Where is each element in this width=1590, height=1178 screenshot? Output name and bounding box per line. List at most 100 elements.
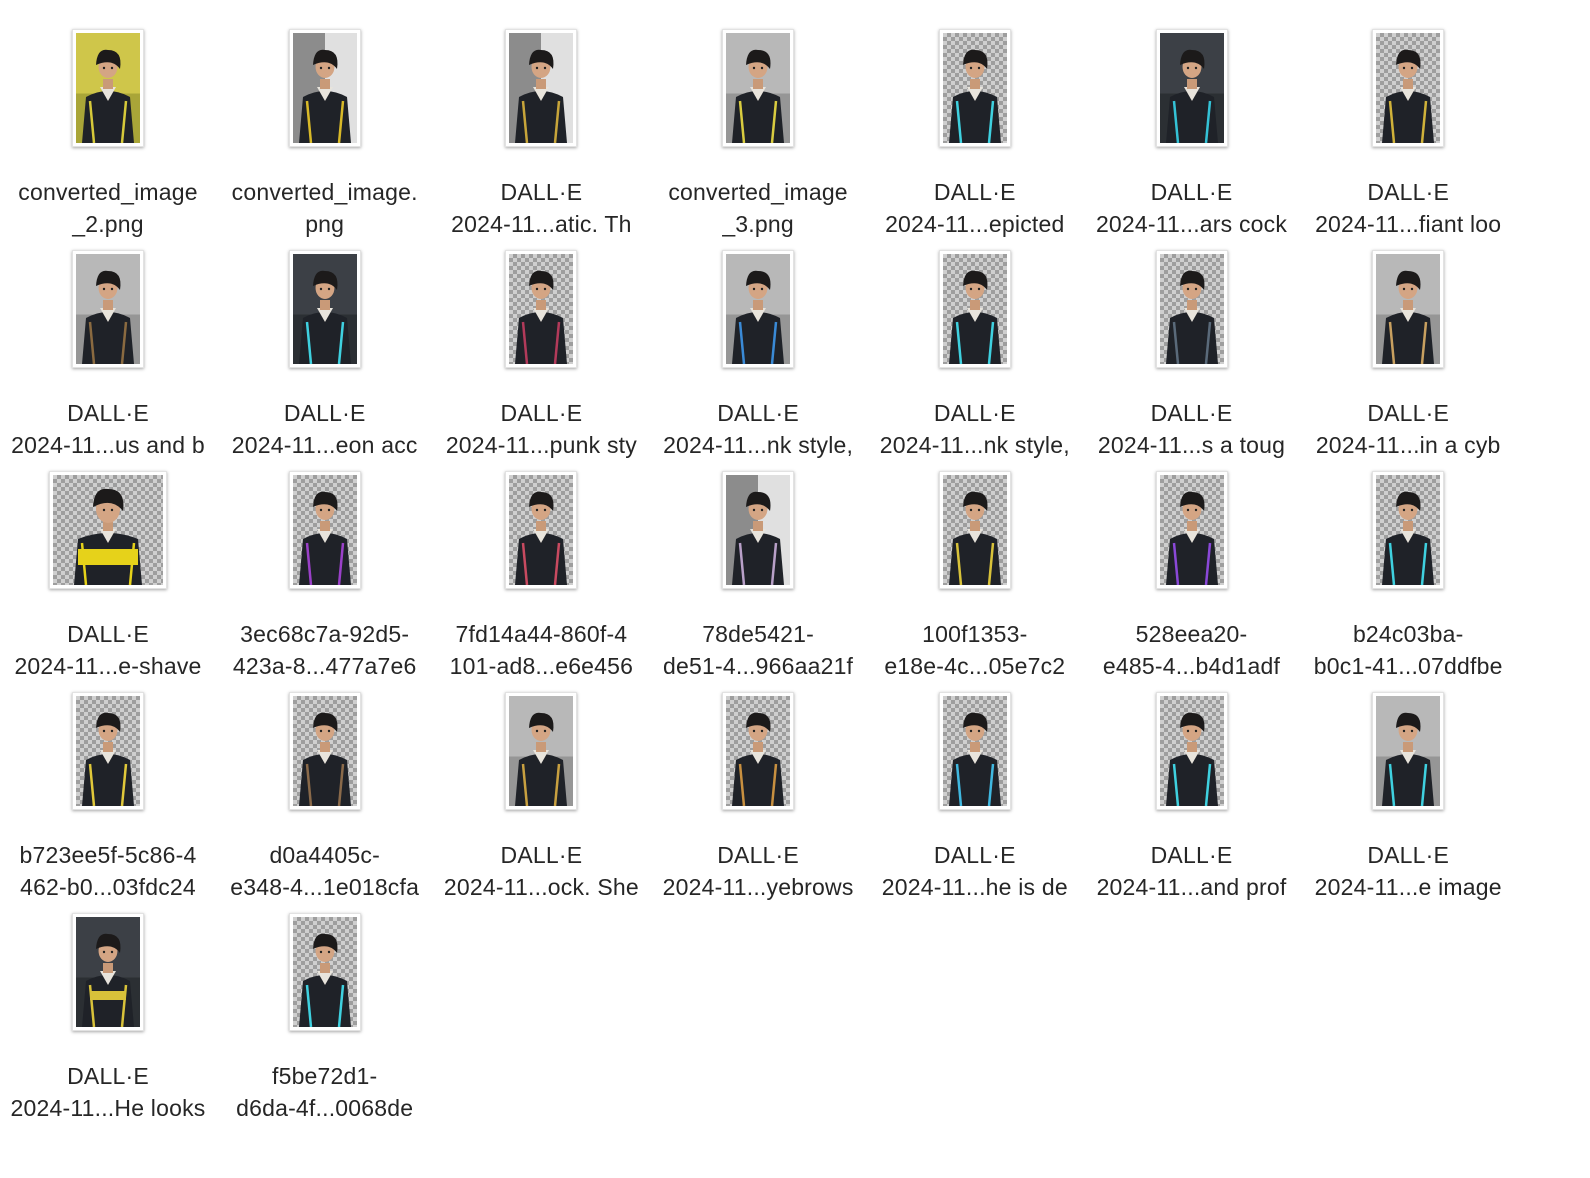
file-item[interactable]: 100f1353- e18e-4c...05e7c2 — [867, 454, 1083, 679]
file-name-label[interactable]: b24c03ba-b0c1-41...07ddfbe — [1296, 618, 1520, 682]
file-name-line-1: 528eea20- — [1135, 621, 1248, 647]
file-item[interactable]: DALL·E 2024-11...us and b — [0, 233, 216, 458]
image-file-icon[interactable] — [72, 913, 144, 1031]
image-file-icon[interactable] — [1155, 471, 1228, 589]
file-name-label[interactable]: DALL·E 2024-11...he is de — [863, 839, 1087, 903]
file-name-label[interactable]: 528eea20- e485-4...b4d1adf — [1080, 618, 1304, 682]
file-name-label[interactable]: DALL·E 2024-11...eon acc — [213, 397, 437, 461]
image-file-icon[interactable] — [722, 29, 795, 147]
file-name-label[interactable]: DALL·E 2024-11...in a cyb — [1296, 397, 1520, 461]
file-item[interactable]: DALL·E 2024-11...and prof — [1084, 675, 1300, 900]
file-item[interactable]: DALL·E 2024-11...ars cock — [1084, 12, 1300, 237]
image-file-icon[interactable] — [1372, 250, 1445, 368]
file-name-label[interactable]: f5be72d1- d6da-4f...0068de — [213, 1060, 437, 1124]
image-file-icon[interactable] — [1155, 29, 1228, 147]
file-item[interactable]: d0a4405c-e348-4...1e018cfa — [217, 675, 433, 900]
file-item[interactable]: DALL·E 2024-11...He looks — [0, 896, 216, 1121]
image-file-icon[interactable] — [288, 29, 361, 147]
file-item[interactable]: DALL·E 2024-11...he is de — [867, 675, 1083, 900]
file-item[interactable]: DALL·E 2024-11...nk style, — [650, 233, 866, 458]
image-file-icon[interactable] — [288, 692, 361, 810]
image-file-icon[interactable] — [1372, 29, 1445, 147]
file-name-label[interactable]: DALL·E 2024-11...nk style, — [646, 397, 870, 461]
file-name-label[interactable]: DALL·E 2024-11...s a toug — [1080, 397, 1304, 461]
file-name-label[interactable]: DALL·E 2024-11...and prof — [1080, 839, 1304, 903]
file-item[interactable]: b24c03ba-b0c1-41...07ddfbe — [1300, 454, 1516, 679]
image-file-icon[interactable] — [722, 692, 795, 810]
file-item[interactable]: f5be72d1- d6da-4f...0068de — [217, 896, 433, 1121]
image-file-icon[interactable] — [938, 692, 1011, 810]
file-name-label[interactable]: DALL·E 2024-11...ars cock — [1080, 176, 1304, 240]
file-item[interactable]: converted_image. png — [217, 12, 433, 237]
file-item[interactable]: converted_image _3.png — [650, 12, 866, 237]
thumbnail-area — [0, 896, 216, 1048]
file-name-label[interactable]: DALL·E 2024-11...us and b — [0, 397, 220, 461]
file-item[interactable]: DALL·E 2024-11...in a cyb — [1300, 233, 1516, 458]
thumbnail-image — [76, 696, 140, 806]
file-name-line-1: d0a4405c- — [269, 842, 380, 868]
image-file-icon[interactable] — [722, 471, 795, 589]
file-item[interactable]: DALL·E 2024-11...punk sty — [433, 233, 649, 458]
image-file-icon[interactable] — [938, 471, 1011, 589]
file-item[interactable]: DALL·E 2024-11...eon acc — [217, 233, 433, 458]
image-file-icon[interactable] — [1372, 692, 1445, 810]
image-file-icon[interactable] — [72, 692, 144, 810]
file-item[interactable]: 528eea20- e485-4...b4d1adf — [1084, 454, 1300, 679]
file-name-label[interactable]: DALL·E 2024-11...e image — [1296, 839, 1520, 903]
file-item[interactable]: converted_image _2.png — [0, 12, 216, 237]
file-name-line-1: DALL·E — [500, 400, 583, 426]
file-name-label[interactable]: DALL·E 2024-11...fiant loo — [1296, 176, 1520, 240]
file-name-label[interactable]: DALL·E 2024-11...e-shave — [0, 618, 220, 682]
file-name-label[interactable]: 100f1353- e18e-4c...05e7c2 — [863, 618, 1087, 682]
file-name-label[interactable]: converted_image. png — [213, 176, 437, 240]
image-file-icon[interactable] — [1372, 471, 1445, 589]
image-file-icon[interactable] — [938, 250, 1011, 368]
file-item[interactable]: DALL·E 2024-11...s a toug — [1084, 233, 1300, 458]
image-file-icon[interactable] — [505, 471, 578, 589]
image-file-icon[interactable] — [288, 913, 361, 1031]
file-item[interactable]: DALL·E 2024-11...yebrows — [650, 675, 866, 900]
file-item[interactable]: DALL·E 2024-11...fiant loo — [1300, 12, 1516, 237]
file-name-label[interactable]: DALL·E 2024-11...punk sty — [429, 397, 653, 461]
file-item[interactable]: DALL·E 2024-11...nk style, — [867, 233, 1083, 458]
image-file-icon[interactable] — [505, 29, 578, 147]
file-name-label[interactable]: b723ee5f-5c86-4 462-b0...03fdc24 — [0, 839, 220, 903]
file-name-line-1: DALL·E — [500, 179, 583, 205]
image-file-icon[interactable] — [1155, 250, 1228, 368]
file-name-label[interactable]: d0a4405c-e348-4...1e018cfa — [213, 839, 437, 903]
file-name-line-1: 3ec68c7a-92d5- — [240, 621, 410, 647]
file-name-label[interactable]: DALL·E 2024-11...atic. Th — [429, 176, 653, 240]
file-item[interactable]: 78de5421- de51-4...966aa21f — [650, 454, 866, 679]
image-file-icon[interactable] — [49, 471, 167, 589]
thumbnail-image — [942, 475, 1007, 585]
file-item[interactable]: DALL·E 2024-11...e image — [1300, 675, 1516, 900]
image-file-icon[interactable] — [1155, 692, 1228, 810]
file-name-label[interactable]: DALL·E 2024-11...yebrows — [646, 839, 870, 903]
file-name-label[interactable]: DALL·E 2024-11...epicted — [863, 176, 1087, 240]
file-item[interactable]: DALL·E 2024-11...ock. She — [433, 675, 649, 900]
file-item[interactable]: DALL·E 2024-11...atic. Th — [433, 12, 649, 237]
file-name-label[interactable]: DALL·E 2024-11...He looks — [0, 1060, 220, 1124]
file-item[interactable]: b723ee5f-5c86-4 462-b0...03fdc24 — [0, 675, 216, 900]
file-item[interactable]: 7fd14a44-860f-4 101-ad8...e6e456 — [433, 454, 649, 679]
image-file-icon[interactable] — [288, 250, 361, 368]
image-file-icon[interactable] — [72, 29, 144, 147]
file-name-label[interactable]: converted_image _3.png — [646, 176, 870, 240]
file-item[interactable]: DALL·E 2024-11...epicted — [867, 12, 1083, 237]
file-name-label[interactable]: DALL·E 2024-11...ock. She — [429, 839, 653, 903]
file-item[interactable]: DALL·E 2024-11...e-shave — [0, 454, 216, 679]
image-file-icon[interactable] — [938, 29, 1011, 147]
thumbnail-area — [867, 454, 1083, 606]
image-file-icon[interactable] — [288, 471, 361, 589]
file-name-label[interactable]: 78de5421- de51-4...966aa21f — [646, 618, 870, 682]
image-file-icon[interactable] — [505, 250, 578, 368]
thumbnail-area — [0, 233, 216, 385]
file-name-label[interactable]: DALL·E 2024-11...nk style, — [863, 397, 1087, 461]
image-file-icon[interactable] — [722, 250, 795, 368]
file-name-label[interactable]: 7fd14a44-860f-4 101-ad8...e6e456 — [429, 618, 653, 682]
file-name-label[interactable]: 3ec68c7a-92d5- 423a-8...477a7e6 — [213, 618, 437, 682]
file-item[interactable]: 3ec68c7a-92d5- 423a-8...477a7e6 — [217, 454, 433, 679]
image-file-icon[interactable] — [505, 692, 578, 810]
image-file-icon[interactable] — [72, 250, 144, 368]
file-name-label[interactable]: converted_image _2.png — [0, 176, 220, 240]
